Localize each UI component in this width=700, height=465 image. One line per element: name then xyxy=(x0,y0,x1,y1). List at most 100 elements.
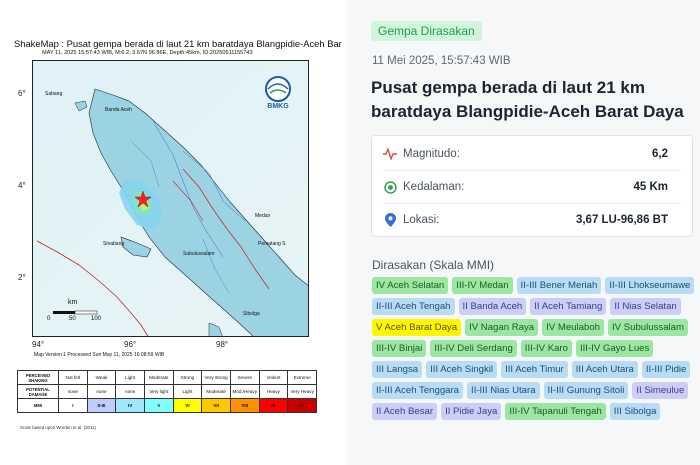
felt-region-chip: II Banda Aceh xyxy=(458,298,527,315)
target-icon xyxy=(383,180,397,194)
lat-tick-2: 2° xyxy=(18,273,26,282)
mmi-cell: VII xyxy=(201,398,231,413)
felt-region-chip: III Aceh Timur xyxy=(501,361,568,378)
felt-region-chip: II Simeulue xyxy=(632,382,689,399)
lon-tick-98: 98° xyxy=(216,340,229,349)
felt-region-chip: II Aceh Besar xyxy=(372,403,438,420)
mmi-cell: I xyxy=(58,398,88,413)
event-headline: Pusat gempa berada di laut 21 km baratda… xyxy=(371,78,684,121)
intensity-scale-table: PERCEIVED SHAKING Not felt Weak Light Mo… xyxy=(17,370,317,413)
scale-cell: Very Heavy xyxy=(287,384,317,399)
location-value: 3,67 LU-96,86 BT xyxy=(575,214,668,226)
place-subulussalam: Subulussalam xyxy=(183,251,215,257)
felt-region-chip: II-III Lhokseumawe xyxy=(605,277,695,294)
felt-region-chip: III-IV Deli Serdang xyxy=(430,340,517,357)
map-version-note: Map Version 1 Processed Sun May 11, 2025… xyxy=(34,352,165,358)
mmi-cell: IX xyxy=(258,398,289,413)
scale-cell: Weak xyxy=(86,370,117,385)
mmi-cell: IV xyxy=(115,398,145,413)
felt-region-chip: II-III Nias Utara xyxy=(467,382,540,399)
felt-regions-list: IV Aceh Selatan III-IV Medan II-III Bener … xyxy=(372,277,697,420)
magnitude-value: 6,2 xyxy=(652,148,668,160)
lat-tick-6: 6° xyxy=(18,89,26,98)
magnitude-wave-icon xyxy=(383,147,397,161)
scale-cell: Strong xyxy=(172,370,203,385)
mmi-cell: X+ xyxy=(287,398,317,413)
bmkg-logo-text: BMKG xyxy=(267,103,289,110)
felt-region-chip: II-III Bener Meriah xyxy=(516,277,602,294)
scale-cell: Extreme xyxy=(287,370,317,385)
magnitude-label: Magnitudo: xyxy=(403,148,460,160)
felt-region-chip: IV Subulussalam xyxy=(608,319,688,336)
event-details-card: Magnitudo: 6,2 Kedalaman: 45 Km Lokasi: … xyxy=(371,135,693,237)
mmi-cell: VIII xyxy=(229,398,260,413)
shakemap-image: ShakeMap : Pusat gempa berada di laut 21… xyxy=(0,0,342,465)
felt-region-chip: III-IV Tapanuli Tengah xyxy=(505,403,606,420)
felt-region-chip: II Nias Selatan xyxy=(610,298,681,315)
place-pematang: Pematang S xyxy=(258,241,286,247)
lat-tick-4: 4° xyxy=(18,181,26,190)
felt-region-chip: II-III Aceh Tengah xyxy=(372,298,455,315)
scale-cell: Very strong xyxy=(201,370,231,385)
scale-cell: Very light xyxy=(143,384,174,399)
scale-cell: Violent xyxy=(258,370,289,385)
felt-region-chip: II-III Aceh Tenggara xyxy=(372,382,464,399)
mmi-cell: VI xyxy=(172,398,203,413)
scale-cell: Moderate xyxy=(201,384,231,399)
scale-cell: Light xyxy=(115,370,145,385)
felt-region-chip: II Pidie Jaya xyxy=(441,403,502,420)
place-sabang: Sabang xyxy=(45,91,63,97)
shakemap-title: ShakeMap : Pusat gempa berada di laut 21… xyxy=(14,38,342,49)
lon-tick-96: 96° xyxy=(124,340,137,349)
felt-region-chip: II Aceh Tamiang xyxy=(530,298,607,315)
scale-row-shaking: PERCEIVED SHAKING Not felt Weak Light Mo… xyxy=(17,370,317,385)
scale-cell: none xyxy=(58,384,88,399)
scale-cell: Severe xyxy=(229,370,260,385)
mmi-cell: V xyxy=(143,398,174,413)
scale-header: PERCEIVED SHAKING xyxy=(17,370,59,385)
felt-region-chip: III Sibolga xyxy=(609,403,661,420)
scale-cell: none xyxy=(86,384,117,399)
scale-row-damage: POTENTIAL DAMAGE none none none Very lig… xyxy=(17,384,317,399)
info-panel: Gempa Dirasakan 11 Mei 2025, 15:57:43 WI… xyxy=(347,0,700,465)
felt-region-chip: III Langsa xyxy=(372,361,423,378)
category-badge: Gempa Dirasakan xyxy=(371,21,482,41)
mmi-cell: II-III xyxy=(86,398,117,413)
event-date: 11 Mei 2025, 15:57:43 WIB xyxy=(372,55,511,67)
scale-header: POTENTIAL DAMAGE xyxy=(17,384,59,399)
depth-row: Kedalaman: 45 Km xyxy=(372,172,692,202)
scale-bar-unit: km xyxy=(68,299,78,306)
scale-cell: Mod./Heavy xyxy=(229,384,260,399)
felt-region-chip: III-IV Medan xyxy=(452,277,513,294)
place-sibolga: Sibolga xyxy=(243,311,260,317)
location-row: Lokasi: 3,67 LU-96,86 BT xyxy=(372,205,692,235)
shakemap-subtitle: MAY 11, 2025 15:57:43 WIB, M:6.2, 3.67N … xyxy=(42,50,253,56)
felt-region-chip: II-III Gunung Sitoli xyxy=(543,382,629,399)
scale-row-mmi: MMI I II-III IV V VI VII VIII IX X+ xyxy=(17,398,317,413)
shakemap-map: Sabang Banda Aceh Sinabang Sibolga Pemat… xyxy=(32,60,309,337)
scale-cell: Light xyxy=(172,384,203,399)
felt-region-chip: III-IV Gayo Lues xyxy=(575,340,654,357)
magnitude-row: Magnitudo: 6,2 xyxy=(372,139,692,169)
scale-cell: Not felt xyxy=(58,370,88,385)
place-medan: Medan xyxy=(255,213,271,219)
felt-region-chip: V Aceh Barat Daya xyxy=(372,319,462,336)
felt-region-chip: III Aceh Utara xyxy=(571,361,638,378)
felt-region-chip: IV Aceh Selatan xyxy=(372,277,449,294)
scale-cell: none xyxy=(115,384,145,399)
place-sinabang: Sinabang xyxy=(103,241,125,247)
location-pin-icon xyxy=(383,213,397,227)
divider xyxy=(383,203,681,204)
scale-cell: Heavy xyxy=(258,384,289,399)
scale-cell: Moderate xyxy=(143,370,174,385)
felt-region-chip: III-IV Karo xyxy=(520,340,572,357)
scale-bar-tick-50: 50 xyxy=(69,316,76,322)
divider xyxy=(383,170,681,171)
bmkg-logo: BMKG xyxy=(261,75,295,115)
scale-header: MMI xyxy=(17,398,59,413)
felt-region-chip: II-III Pidie xyxy=(641,361,691,378)
felt-section-title: Dirasakan (Skala MMI) xyxy=(372,258,495,272)
depth-value: 45 Km xyxy=(633,181,668,193)
felt-region-chip: III Aceh Singkil xyxy=(426,361,498,378)
place-banda-aceh: Banda Aceh xyxy=(105,107,132,113)
